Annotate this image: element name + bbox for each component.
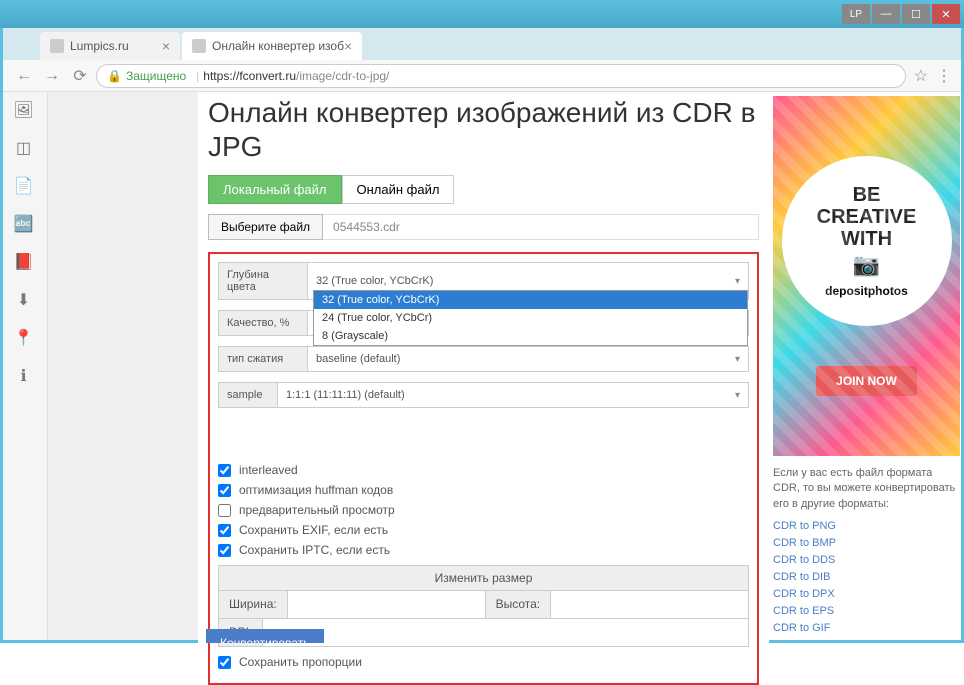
checkbox-row: предварительный просмотр <box>218 503 749 517</box>
browser-tab-lumpics[interactable]: Lumpics.ru × <box>40 32 180 60</box>
reload-button[interactable]: ⟳ <box>68 64 92 88</box>
sidebar-info-text: Если у вас есть файл формата CDR, то вы … <box>773 466 960 512</box>
sample-row: sample 1:1:1 (11:11:11) (default) <box>218 382 749 408</box>
checkbox-label: Сохранить IPTC, если есть <box>239 543 390 557</box>
secure-badge: 🔒 Защищено <box>107 69 186 83</box>
compression-row: тип сжатия baseline (default) <box>218 346 749 372</box>
lp-badge: LP <box>842 4 870 24</box>
browser-tab-bar: Lumpics.ru × Онлайн конвертер изоб × <box>0 28 964 60</box>
tab-close-icon[interactable]: × <box>162 38 170 54</box>
file-select-row: Выберите файл 0544553.cdr <box>208 214 759 240</box>
bookmark-icon[interactable]: ☆ <box>914 66 928 86</box>
checkbox-label: interleaved <box>239 463 298 477</box>
compression-label: тип сжатия <box>218 346 308 372</box>
compression-select[interactable]: baseline (default) <box>308 346 749 372</box>
window-titlebar: LP — ☐ ✕ <box>0 0 964 28</box>
address-bar: ← → ⟳ 🔒 Защищено | https://fconvert.ru/i… <box>0 60 964 92</box>
convert-button[interactable]: Конвертировать <box>206 629 324 643</box>
dropdown-option[interactable]: 24 (True color, YCbCr) <box>314 309 747 327</box>
image-icon[interactable]: 🖼 <box>14 100 34 120</box>
location-icon[interactable]: 📍 <box>14 328 34 348</box>
color-depth-dropdown: 32 (True color, YCbCrK) 24 (True color, … <box>313 290 748 346</box>
checkbox-row: оптимизация huffman кодов <box>218 483 749 497</box>
options-panel: Глубина цвета 32 (True color, YCbCrK) 32… <box>208 252 759 685</box>
document-icon[interactable]: 📄 <box>14 176 34 196</box>
tab-close-icon[interactable]: × <box>344 38 352 54</box>
font-icon[interactable]: 🔤 <box>14 214 34 234</box>
book-icon[interactable]: 📕 <box>14 252 34 272</box>
format-link[interactable]: CDR to BMP <box>773 537 960 549</box>
lock-icon: 🔒 <box>107 69 122 83</box>
main-content: Онлайн конвертер изображений из CDR в JP… <box>198 92 769 643</box>
checkbox-label: предварительный просмотр <box>239 503 395 517</box>
checkbox-row: Сохранить EXIF, если есть <box>218 523 749 537</box>
tab-label: Lumpics.ru <box>70 39 129 53</box>
tab-favicon <box>50 39 64 53</box>
option-checkbox[interactable] <box>218 464 231 477</box>
tab-favicon <box>192 39 206 53</box>
sample-label: sample <box>218 382 278 408</box>
option-checkbox[interactable] <box>218 544 231 557</box>
format-link[interactable]: CDR to DIB <box>773 571 960 583</box>
format-link[interactable]: CDR to PNG <box>773 520 960 532</box>
checkbox-group: interleaved оптимизация huffman кодов пред… <box>218 463 749 557</box>
checkbox-label: Сохранить EXIF, если есть <box>239 523 388 537</box>
keep-proportions-label: Сохранить пропорции <box>239 655 362 669</box>
keep-proportions-checkbox[interactable] <box>218 656 231 669</box>
choose-file-button[interactable]: Выберите файл <box>208 214 323 240</box>
height-input[interactable] <box>551 591 749 619</box>
url-host: https://fconvert.ru <box>203 69 296 83</box>
download-icon[interactable]: ⬇ <box>14 290 34 310</box>
info-icon[interactable]: ℹ <box>14 366 34 386</box>
left-icon-sidebar: 🖼 ◫ 📄 🔤 📕 ⬇ 📍 ℹ <box>0 92 48 643</box>
format-link[interactable]: CDR to DPX <box>773 588 960 600</box>
dropdown-option[interactable]: 8 (Grayscale) <box>314 327 747 345</box>
back-button[interactable]: ← <box>12 64 36 88</box>
checkbox-row: Сохранить IPTC, если есть <box>218 543 749 557</box>
sample-select[interactable]: 1:1:1 (11:11:11) (default) <box>278 382 749 408</box>
close-button[interactable]: ✕ <box>932 4 960 24</box>
file-source-tabs: Локальный файл Онлайн файл <box>208 175 759 204</box>
color-depth-label: Глубина цвета <box>218 262 308 300</box>
browser-tab-converter[interactable]: Онлайн конвертер изоб × <box>182 32 362 60</box>
quality-label: Качество, % <box>218 310 308 336</box>
online-file-tab[interactable]: Онлайн файл <box>342 175 455 204</box>
url-path: /image/cdr-to-jpg/ <box>296 69 389 83</box>
format-link[interactable]: CDR to EPS <box>773 605 960 617</box>
format-link[interactable]: CDR to DDS <box>773 554 960 566</box>
url-input[interactable]: 🔒 Защищено | https://fconvert.ru/image/c… <box>96 64 906 88</box>
menu-icon[interactable]: ⋮ <box>936 66 952 86</box>
page-title: Онлайн конвертер изображений из CDR в JP… <box>208 96 759 163</box>
height-label: Высота: <box>486 591 552 619</box>
resize-row: Ширина: Высота: <box>218 591 749 619</box>
resize-header: Изменить размер <box>218 565 749 591</box>
dropdown-option[interactable]: 32 (True color, YCbCrK) <box>314 291 747 309</box>
option-checkbox[interactable] <box>218 504 231 517</box>
left-gap <box>48 92 198 643</box>
forward-button[interactable]: → <box>40 64 64 88</box>
format-links-list: CDR to PNG CDR to BMP CDR to DDS CDR to DIB… <box>773 520 960 634</box>
window-controls: LP — ☐ ✕ <box>842 4 960 24</box>
select-icon[interactable]: ◫ <box>14 138 34 158</box>
option-checkbox[interactable] <box>218 484 231 497</box>
keep-proportions-row: Сохранить пропорции <box>218 655 749 669</box>
local-file-tab[interactable]: Локальный файл <box>208 175 342 204</box>
minimize-button[interactable]: — <box>872 4 900 24</box>
ad-banner[interactable]: BE CREATIVE WITH 📷 depositphotos JOIN NO… <box>773 96 960 456</box>
checkbox-label: оптимизация huffman кодов <box>239 483 393 497</box>
width-input[interactable] <box>288 591 486 619</box>
maximize-button[interactable]: ☐ <box>902 4 930 24</box>
checkbox-row: interleaved <box>218 463 749 477</box>
filename-display: 0544553.cdr <box>323 214 759 240</box>
format-link[interactable]: CDR to GIF <box>773 622 960 634</box>
option-checkbox[interactable] <box>218 524 231 537</box>
width-label: Ширина: <box>218 591 288 619</box>
right-sidebar: BE CREATIVE WITH 📷 depositphotos JOIN NO… <box>769 92 964 643</box>
tab-label: Онлайн конвертер изоб <box>212 39 344 53</box>
